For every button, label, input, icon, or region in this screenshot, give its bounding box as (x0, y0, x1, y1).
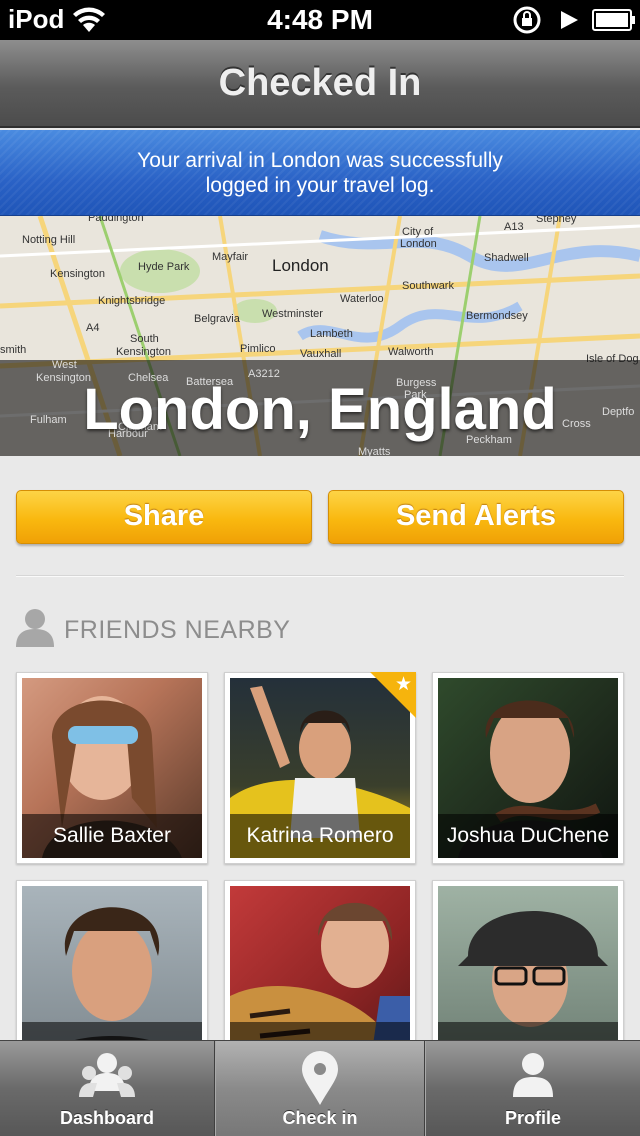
friend-photo (230, 886, 410, 1066)
tab-bar: Dashboard Check in Profile (0, 1040, 640, 1136)
friend-name: Sallie Baxter (53, 824, 171, 847)
friend-card[interactable]: Joshua DuChene (432, 672, 624, 864)
tab-dashboard[interactable]: Dashboard (0, 1041, 214, 1136)
tab-check-in[interactable]: Check in (216, 1041, 424, 1136)
status-bar: iPod 4:48 PM (0, 0, 640, 40)
rotation-lock-icon (513, 6, 541, 34)
friends-icon (16, 609, 54, 647)
play-icon (561, 11, 578, 29)
star-icon: ★ (394, 674, 412, 695)
share-button[interactable]: Share (16, 490, 312, 544)
banner-message: Your arrival in London was successfully … (137, 149, 503, 197)
tab-label: Dashboard (59, 1108, 155, 1128)
send-alerts-button[interactable]: Send Alerts (328, 490, 624, 544)
map-pin-icon (302, 1051, 338, 1105)
friend-name: Katrina Romero (246, 824, 394, 847)
friend-name: Joshua DuChene (446, 824, 610, 847)
success-banner: Your arrival in London was successfully … (0, 130, 640, 216)
battery-icon (592, 9, 635, 31)
friend-card[interactable]: Sallie Baxter (16, 672, 208, 864)
page-title: Checked In (218, 62, 422, 104)
tab-label: Check in (282, 1108, 358, 1128)
users-icon (79, 1053, 135, 1097)
friend-photo (22, 886, 202, 1066)
friend-photo: Sallie Baxter (22, 678, 202, 858)
friends-nearby-title: FRIENDS NEARBY (64, 616, 291, 644)
friend-photo: Joshua DuChene (438, 678, 618, 858)
user-icon (513, 1053, 553, 1097)
tab-label: Profile (504, 1108, 561, 1128)
location-title: London, England (83, 377, 557, 442)
friend-card[interactable]: Katrina Romero ★ (224, 672, 416, 864)
map-view[interactable]: Paddington Notting Hill Kensington Hyde … (0, 216, 640, 456)
nav-bar: Checked In (0, 40, 640, 128)
divider (16, 575, 624, 577)
friend-photo (438, 886, 618, 1066)
clock: 4:48 PM (267, 4, 373, 35)
tab-profile[interactable]: Profile (426, 1041, 640, 1136)
